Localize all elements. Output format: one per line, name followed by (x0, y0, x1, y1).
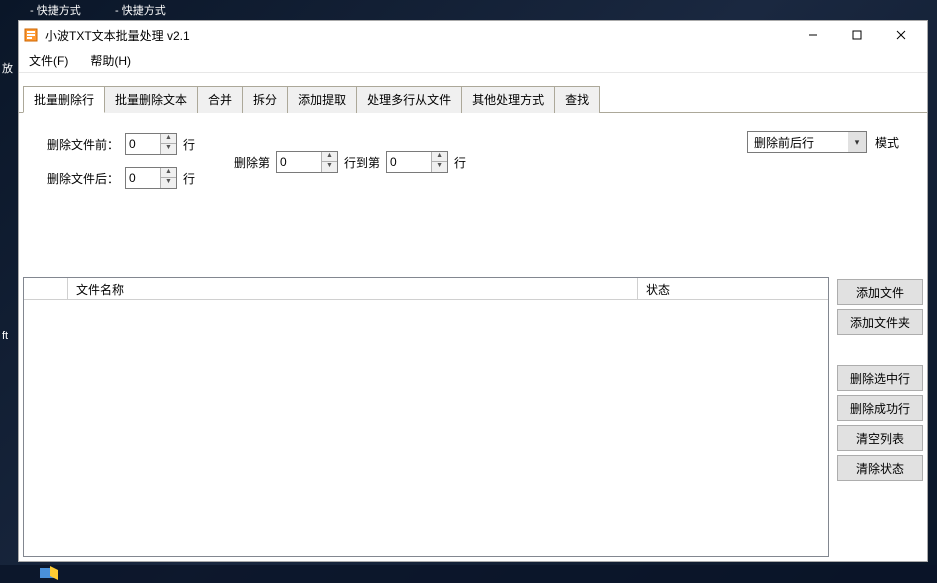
label-to-nth: 行到第 (344, 154, 380, 171)
side-button-panel: 添加文件 添加文件夹 删除选中行 删除成功行 清空列表 清除状态 (837, 277, 923, 557)
taskbar[interactable] (0, 565, 937, 583)
table-body[interactable] (24, 300, 828, 556)
taskbar-app-icon[interactable] (40, 566, 60, 582)
app-icon (23, 27, 39, 43)
lower-area: 文件名称 状态 添加文件 添加文件夹 删除选中行 删除成功行 清空列表 清除状态 (19, 273, 927, 561)
input-from-line[interactable] (277, 153, 321, 171)
add-folder-button[interactable]: 添加文件夹 (837, 309, 923, 335)
table-header: 文件名称 状态 (24, 278, 828, 300)
input-to-line[interactable] (387, 153, 431, 171)
desktop-side-text-2: ft (2, 330, 8, 342)
spinner-delete-before[interactable]: ▲ ▼ (125, 133, 177, 155)
tab-panel: 删除文件前： ▲ ▼ 行 删除文件后： ▲ ▼ (19, 113, 927, 273)
maximize-button[interactable] (835, 21, 879, 49)
input-delete-after[interactable] (126, 169, 160, 187)
close-button[interactable] (879, 21, 923, 49)
add-file-button[interactable]: 添加文件 (837, 279, 923, 305)
tab-batch-delete-lines[interactable]: 批量删除行 (23, 86, 105, 113)
desktop-shortcut-2[interactable]: - 快捷方式 (115, 2, 166, 18)
label-line-3: 行 (454, 154, 466, 171)
clear-list-button[interactable]: 清空列表 (837, 425, 923, 451)
spin-up-icon[interactable]: ▲ (322, 152, 337, 162)
tab-other-methods[interactable]: 其他处理方式 (461, 86, 555, 113)
tab-multiline-from-file[interactable]: 处理多行从文件 (356, 86, 462, 113)
column-filename[interactable]: 文件名称 (68, 278, 638, 299)
label-delete-after: 删除文件后： (47, 170, 119, 187)
menubar: 文件(F) 帮助(H) (19, 49, 927, 73)
tab-find[interactable]: 查找 (554, 86, 600, 113)
chevron-down-icon[interactable]: ▾ (848, 132, 866, 152)
minimize-button[interactable] (791, 21, 835, 49)
tab-split[interactable]: 拆分 (242, 86, 288, 113)
label-delete-before: 删除文件前： (47, 136, 119, 153)
label-mode: 模式 (875, 134, 899, 151)
spin-down-icon[interactable]: ▼ (161, 178, 176, 188)
window-title: 小波TXT文本批量处理 v2.1 (45, 27, 791, 44)
spin-up-icon[interactable]: ▲ (161, 134, 176, 144)
tab-bar: 批量删除行 批量删除文本 合并 拆分 添加提取 处理多行从文件 其他处理方式 查… (19, 85, 927, 113)
mode-select[interactable]: 删除前后行 ▾ (747, 131, 867, 153)
desktop-side-text-1: 放 (2, 60, 13, 76)
label-line-2: 行 (183, 170, 195, 187)
desktop-shortcut-1[interactable]: - 快捷方式 (30, 2, 81, 18)
spin-down-icon[interactable]: ▼ (322, 162, 337, 172)
spin-down-icon[interactable]: ▼ (432, 162, 447, 172)
clear-status-button[interactable]: 清除状态 (837, 455, 923, 481)
menu-file[interactable]: 文件(F) (25, 50, 72, 71)
input-delete-before[interactable] (126, 135, 160, 153)
spin-up-icon[interactable]: ▲ (161, 168, 176, 178)
app-window: 小波TXT文本批量处理 v2.1 文件(F) 帮助(H) 批量删除行 批量删除文… (18, 20, 928, 562)
mode-select-value: 删除前后行 (748, 134, 848, 151)
spinner-from-line[interactable]: ▲ ▼ (276, 151, 338, 173)
label-delete-nth: 删除第 (234, 154, 270, 171)
spin-down-icon[interactable]: ▼ (161, 144, 176, 154)
tab-add-extract[interactable]: 添加提取 (287, 86, 357, 113)
label-line-1: 行 (183, 136, 195, 153)
spinner-delete-after[interactable]: ▲ ▼ (125, 167, 177, 189)
spinner-to-line[interactable]: ▲ ▼ (386, 151, 448, 173)
spin-up-icon[interactable]: ▲ (432, 152, 447, 162)
tab-merge[interactable]: 合并 (197, 86, 243, 113)
menu-help[interactable]: 帮助(H) (86, 50, 135, 71)
delete-success-button[interactable]: 删除成功行 (837, 395, 923, 421)
file-table[interactable]: 文件名称 状态 (23, 277, 829, 557)
titlebar[interactable]: 小波TXT文本批量处理 v2.1 (19, 21, 927, 49)
column-checkbox[interactable] (24, 278, 68, 299)
column-status[interactable]: 状态 (638, 278, 828, 299)
tab-batch-delete-text[interactable]: 批量删除文本 (104, 86, 198, 113)
delete-selected-button[interactable]: 删除选中行 (837, 365, 923, 391)
